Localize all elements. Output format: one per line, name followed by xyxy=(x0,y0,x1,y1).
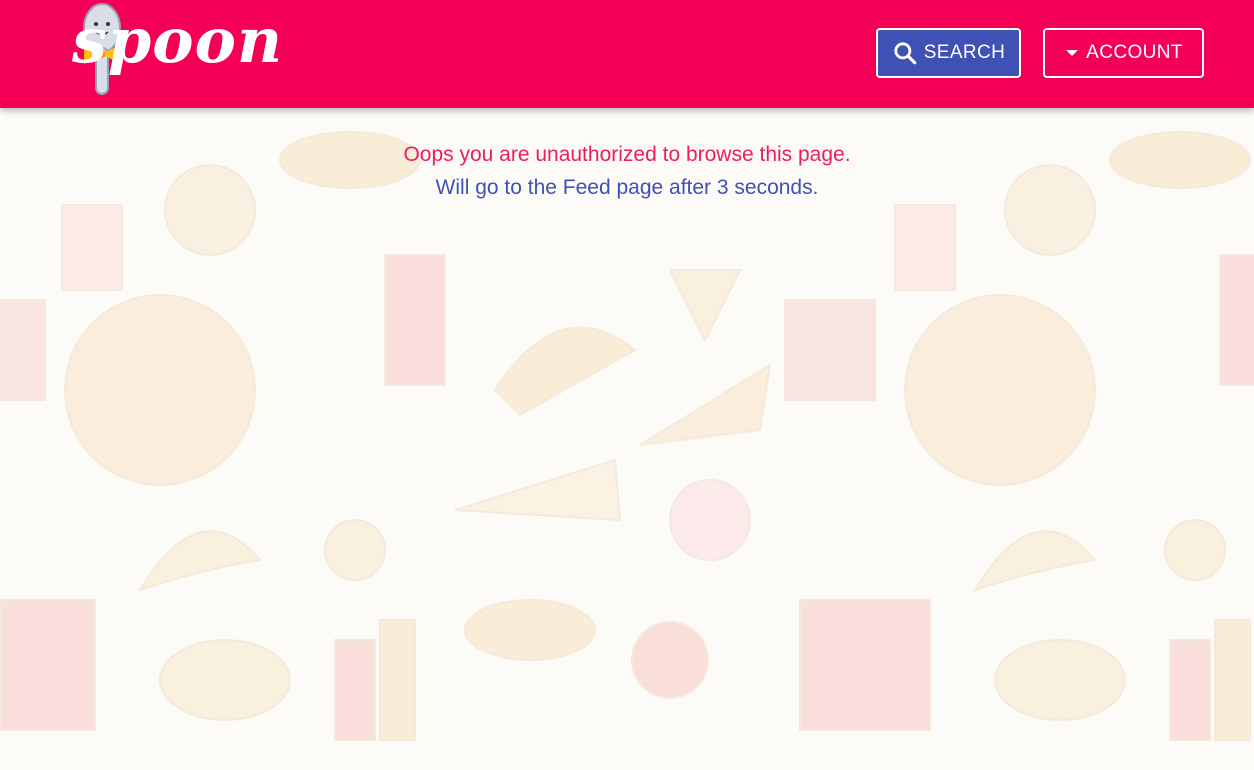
spoon-logo[interactable]: spoon xyxy=(32,0,282,100)
redirect-message: Will go to the Feed page after 3 seconds… xyxy=(435,176,819,199)
logo-text: spoon xyxy=(72,4,284,77)
unauthorized-message: Oops you are unauthorized to browse this… xyxy=(403,143,851,166)
account-button[interactable]: ACCOUNT xyxy=(1043,28,1204,78)
account-button-label: ACCOUNT xyxy=(1086,42,1183,63)
search-button[interactable]: SEARCH xyxy=(876,28,1021,78)
app-header: spoon SEARCH ACCOUNT xyxy=(0,0,1254,108)
search-icon xyxy=(892,40,918,66)
page: spoon SEARCH ACCOUNT Oops you are unauth… xyxy=(0,0,1254,770)
food-pattern-background xyxy=(0,131,1254,741)
caret-down-icon xyxy=(1064,45,1080,61)
search-button-label: SEARCH xyxy=(923,42,1006,63)
